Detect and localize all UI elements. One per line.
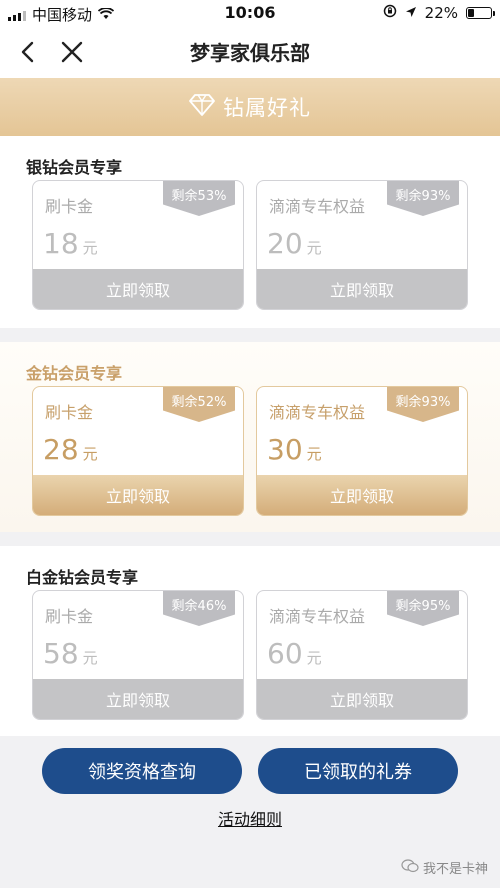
remaining-badge: 剩余52% <box>163 387 235 422</box>
gift-card: 刷卡金 18 元 剩余53% 立即领取 <box>32 180 244 310</box>
location-icon <box>405 4 417 22</box>
rotation-lock-icon <box>383 4 397 22</box>
card-amount: 60 元 <box>267 637 322 670</box>
watermark-text: 我不是卡神 <box>422 862 488 877</box>
activity-rules-link[interactable]: 活动细则 <box>0 806 500 830</box>
gift-card: 滴滴专车权益 60 元 剩余95% 立即领取 <box>256 590 468 720</box>
claimed-coupons-button[interactable]: 已领取的礼券 <box>258 748 458 794</box>
remaining-badge: 剩余95% <box>387 591 459 626</box>
status-bar: 中国移动 10:06 22% <box>0 0 500 26</box>
remaining-badge: 剩余93% <box>387 181 459 216</box>
section-silver: 银钻会员专享 刷卡金 18 元 剩余53% 立即领取 滴滴专车权益 20 元 剩余9… <box>0 136 500 328</box>
diamond-icon <box>189 94 215 120</box>
card-amount: 58 元 <box>43 637 98 670</box>
card-name: 滴滴专车权益 <box>269 403 366 422</box>
section-title: 银钻会员专享 <box>26 158 123 177</box>
claim-button[interactable]: 立即领取 <box>257 269 467 309</box>
battery-icon <box>466 7 495 19</box>
banner: 钻属好礼 <box>0 78 500 136</box>
card-amount: 20 元 <box>267 227 322 260</box>
remaining-badge: 剩余93% <box>387 387 459 422</box>
gift-card: 刷卡金 58 元 剩余46% 立即领取 <box>32 590 244 720</box>
page-title: 梦享家俱乐部 <box>190 41 310 65</box>
claim-button[interactable]: 立即领取 <box>33 269 243 309</box>
wechat-icon <box>401 858 419 877</box>
remaining-badge: 剩余46% <box>163 591 235 626</box>
gift-card: 滴滴专车权益 30 元 剩余93% 立即领取 <box>256 386 468 516</box>
section-platinum: 白金钻会员专享 刷卡金 58 元 剩余46% 立即领取 滴滴专车权益 60 元 剩余… <box>0 546 500 736</box>
claim-button[interactable]: 立即领取 <box>257 679 467 719</box>
remaining-badge: 剩余53% <box>163 181 235 216</box>
status-right: 22% <box>383 4 495 22</box>
nav-bar: 梦享家俱乐部 <box>0 26 500 78</box>
gift-card: 刷卡金 28 元 剩余52% 立即领取 <box>32 386 244 516</box>
card-name: 刷卡金 <box>45 197 94 216</box>
claim-button[interactable]: 立即领取 <box>33 475 243 515</box>
section-gold: 金钻会员专享 刷卡金 28 元 剩余52% 立即领取 滴滴专车权益 30 元 剩余9… <box>0 342 500 532</box>
claim-button[interactable]: 立即领取 <box>257 475 467 515</box>
section-title: 金钻会员专享 <box>26 364 123 383</box>
card-amount: 28 元 <box>43 433 98 466</box>
banner-title: 钻属好礼 <box>223 96 311 120</box>
card-name: 滴滴专车权益 <box>269 607 366 626</box>
eligibility-query-button[interactable]: 领奖资格查询 <box>42 748 242 794</box>
battery-percent: 22% <box>424 4 458 22</box>
card-name: 刷卡金 <box>45 607 94 626</box>
claim-button[interactable]: 立即领取 <box>33 679 243 719</box>
watermark: 我不是卡神 <box>401 858 488 877</box>
card-amount: 18 元 <box>43 227 98 260</box>
gift-card: 滴滴专车权益 20 元 剩余93% 立即领取 <box>256 180 468 310</box>
card-name: 刷卡金 <box>45 403 94 422</box>
card-name: 滴滴专车权益 <box>269 197 366 216</box>
section-title: 白金钻会员专享 <box>26 568 139 587</box>
card-amount: 30 元 <box>267 433 322 466</box>
